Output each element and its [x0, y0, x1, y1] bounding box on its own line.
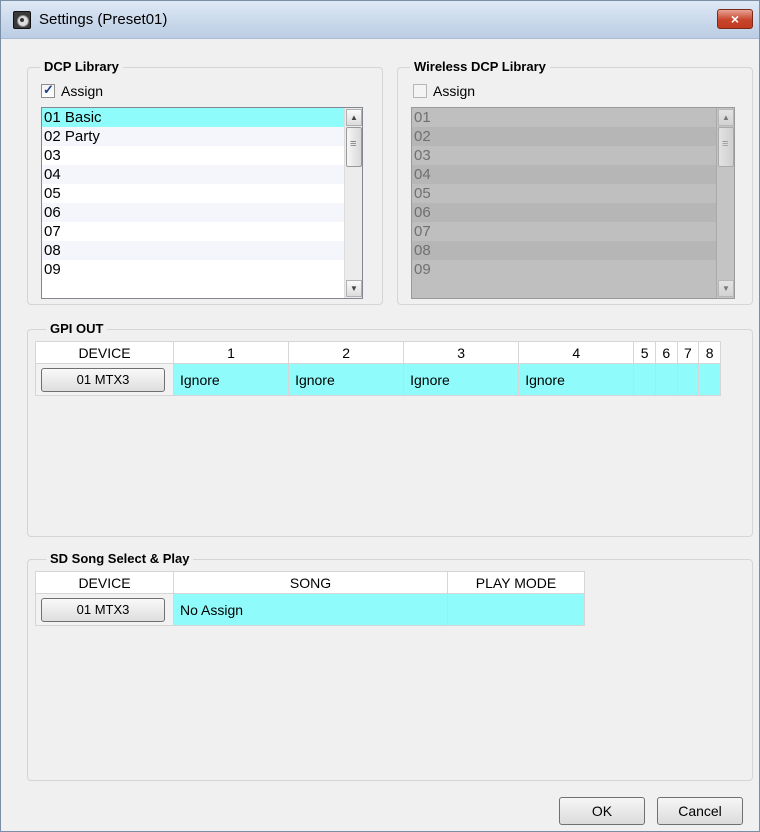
dcp-library-list[interactable]: 01 Basic02 Party03040506070809 ▲ ▼ [41, 107, 363, 299]
column-header: DEVICE [35, 571, 174, 594]
list-item: 01 [414, 109, 431, 126]
wireless-assign-label: Assign [433, 83, 476, 99]
gpi-out-label: GPI OUT [46, 321, 108, 336]
wireless-assign-checkbox[interactable]: Assign [413, 83, 475, 99]
gpi-value-cell[interactable] [676, 363, 700, 396]
column-header: 7 [676, 341, 700, 364]
app-speaker-icon [13, 11, 31, 29]
dcp-list-scrollbar[interactable]: ▲ ▼ [344, 108, 362, 298]
device-cell: 01 MTX3 [35, 363, 174, 396]
column-header: 4 [518, 341, 635, 364]
list-item: 08 [412, 241, 734, 260]
gpi-value-cell[interactable]: Ignore [403, 363, 520, 396]
device-button[interactable]: 01 MTX3 [41, 597, 165, 622]
scroll-up-arrow-icon: ▲ [718, 109, 734, 126]
list-item[interactable]: 01 Basic [42, 108, 362, 127]
wireless-dcp-library-label: Wireless DCP Library [410, 59, 550, 74]
list-item: 09 [414, 261, 431, 278]
column-header: 6 [654, 341, 678, 364]
settings-dialog: Settings (Preset01) × DCP Library Assign… [0, 0, 760, 832]
column-header: 2 [288, 341, 405, 364]
list-item[interactable]: 02 Party [42, 127, 362, 146]
gpi-value-cell[interactable] [633, 363, 656, 396]
sd-song-table: DEVICE SONG PLAY MODE 01 MTX3 No Assign [35, 571, 585, 626]
column-header: 1 [172, 341, 290, 364]
list-item[interactable]: 08 [42, 241, 362, 260]
gpi-value-cell[interactable] [698, 363, 721, 396]
list-item[interactable]: 04 [42, 165, 362, 184]
dcp-assign-checkbox[interactable]: Assign [41, 82, 104, 99]
device-cell: 01 MTX3 [35, 593, 174, 626]
list-item: 05 [414, 185, 431, 202]
list-item[interactable]: 06 [42, 203, 362, 222]
title-bar[interactable]: Settings (Preset01) × [1, 1, 759, 39]
column-header: 5 [633, 341, 656, 364]
window-title: Settings (Preset01) [39, 11, 168, 28]
list-item[interactable]: 09 [42, 260, 362, 279]
list-item: 04 [412, 165, 734, 184]
list-item: 02 [412, 127, 734, 146]
scroll-thumb [718, 127, 734, 167]
scroll-down-arrow-icon: ▼ [718, 280, 734, 297]
gpi-value-cell[interactable]: Ignore [518, 363, 635, 396]
dcp-library-label: DCP Library [40, 59, 123, 74]
list-item: 07 [414, 223, 431, 240]
gpi-out-table: DEVICE 1 2 3 4 5 6 7 8 01 MTX3 Ignore Ignore Ignore… [35, 341, 721, 396]
wireless-dcp-library-list: 010203040506070809 ▲ ▼ [411, 107, 735, 299]
gpi-value-cell[interactable] [654, 363, 678, 396]
column-header: 8 [698, 341, 721, 364]
column-header: PLAY MODE [447, 571, 585, 594]
song-cell[interactable]: No Assign [173, 593, 448, 626]
checkbox-checked-icon[interactable] [41, 82, 55, 98]
sd-song-label: SD Song Select & Play [46, 551, 194, 566]
dcp-assign-label: Assign [61, 83, 104, 99]
gpi-value-cell[interactable]: Ignore [172, 363, 290, 396]
scroll-down-arrow-icon[interactable]: ▼ [346, 280, 362, 297]
device-button[interactable]: 01 MTX3 [41, 367, 165, 392]
list-item: 06 [412, 203, 734, 222]
column-header: 3 [403, 341, 520, 364]
list-item[interactable]: 07 [42, 222, 362, 241]
column-header: DEVICE [35, 341, 174, 364]
scroll-up-arrow-icon[interactable]: ▲ [346, 109, 362, 126]
scroll-thumb[interactable] [346, 127, 362, 167]
column-header: SONG [173, 571, 448, 594]
cancel-button[interactable]: Cancel [657, 797, 743, 825]
gpi-value-cell[interactable]: Ignore [288, 363, 405, 396]
list-item: 03 [414, 147, 431, 164]
list-item[interactable]: 03 [42, 146, 362, 165]
close-button[interactable]: × [717, 9, 753, 29]
table-row: 01 MTX3 No Assign [35, 593, 585, 626]
play-mode-cell[interactable] [447, 593, 585, 626]
table-row: 01 MTX3 Ignore Ignore Ignore Ignore [35, 363, 721, 396]
wireless-list-scrollbar: ▲ ▼ [716, 108, 734, 298]
ok-button[interactable]: OK [559, 797, 645, 825]
list-item[interactable]: 05 [42, 184, 362, 203]
checkbox-unchecked-icon[interactable] [413, 84, 427, 98]
